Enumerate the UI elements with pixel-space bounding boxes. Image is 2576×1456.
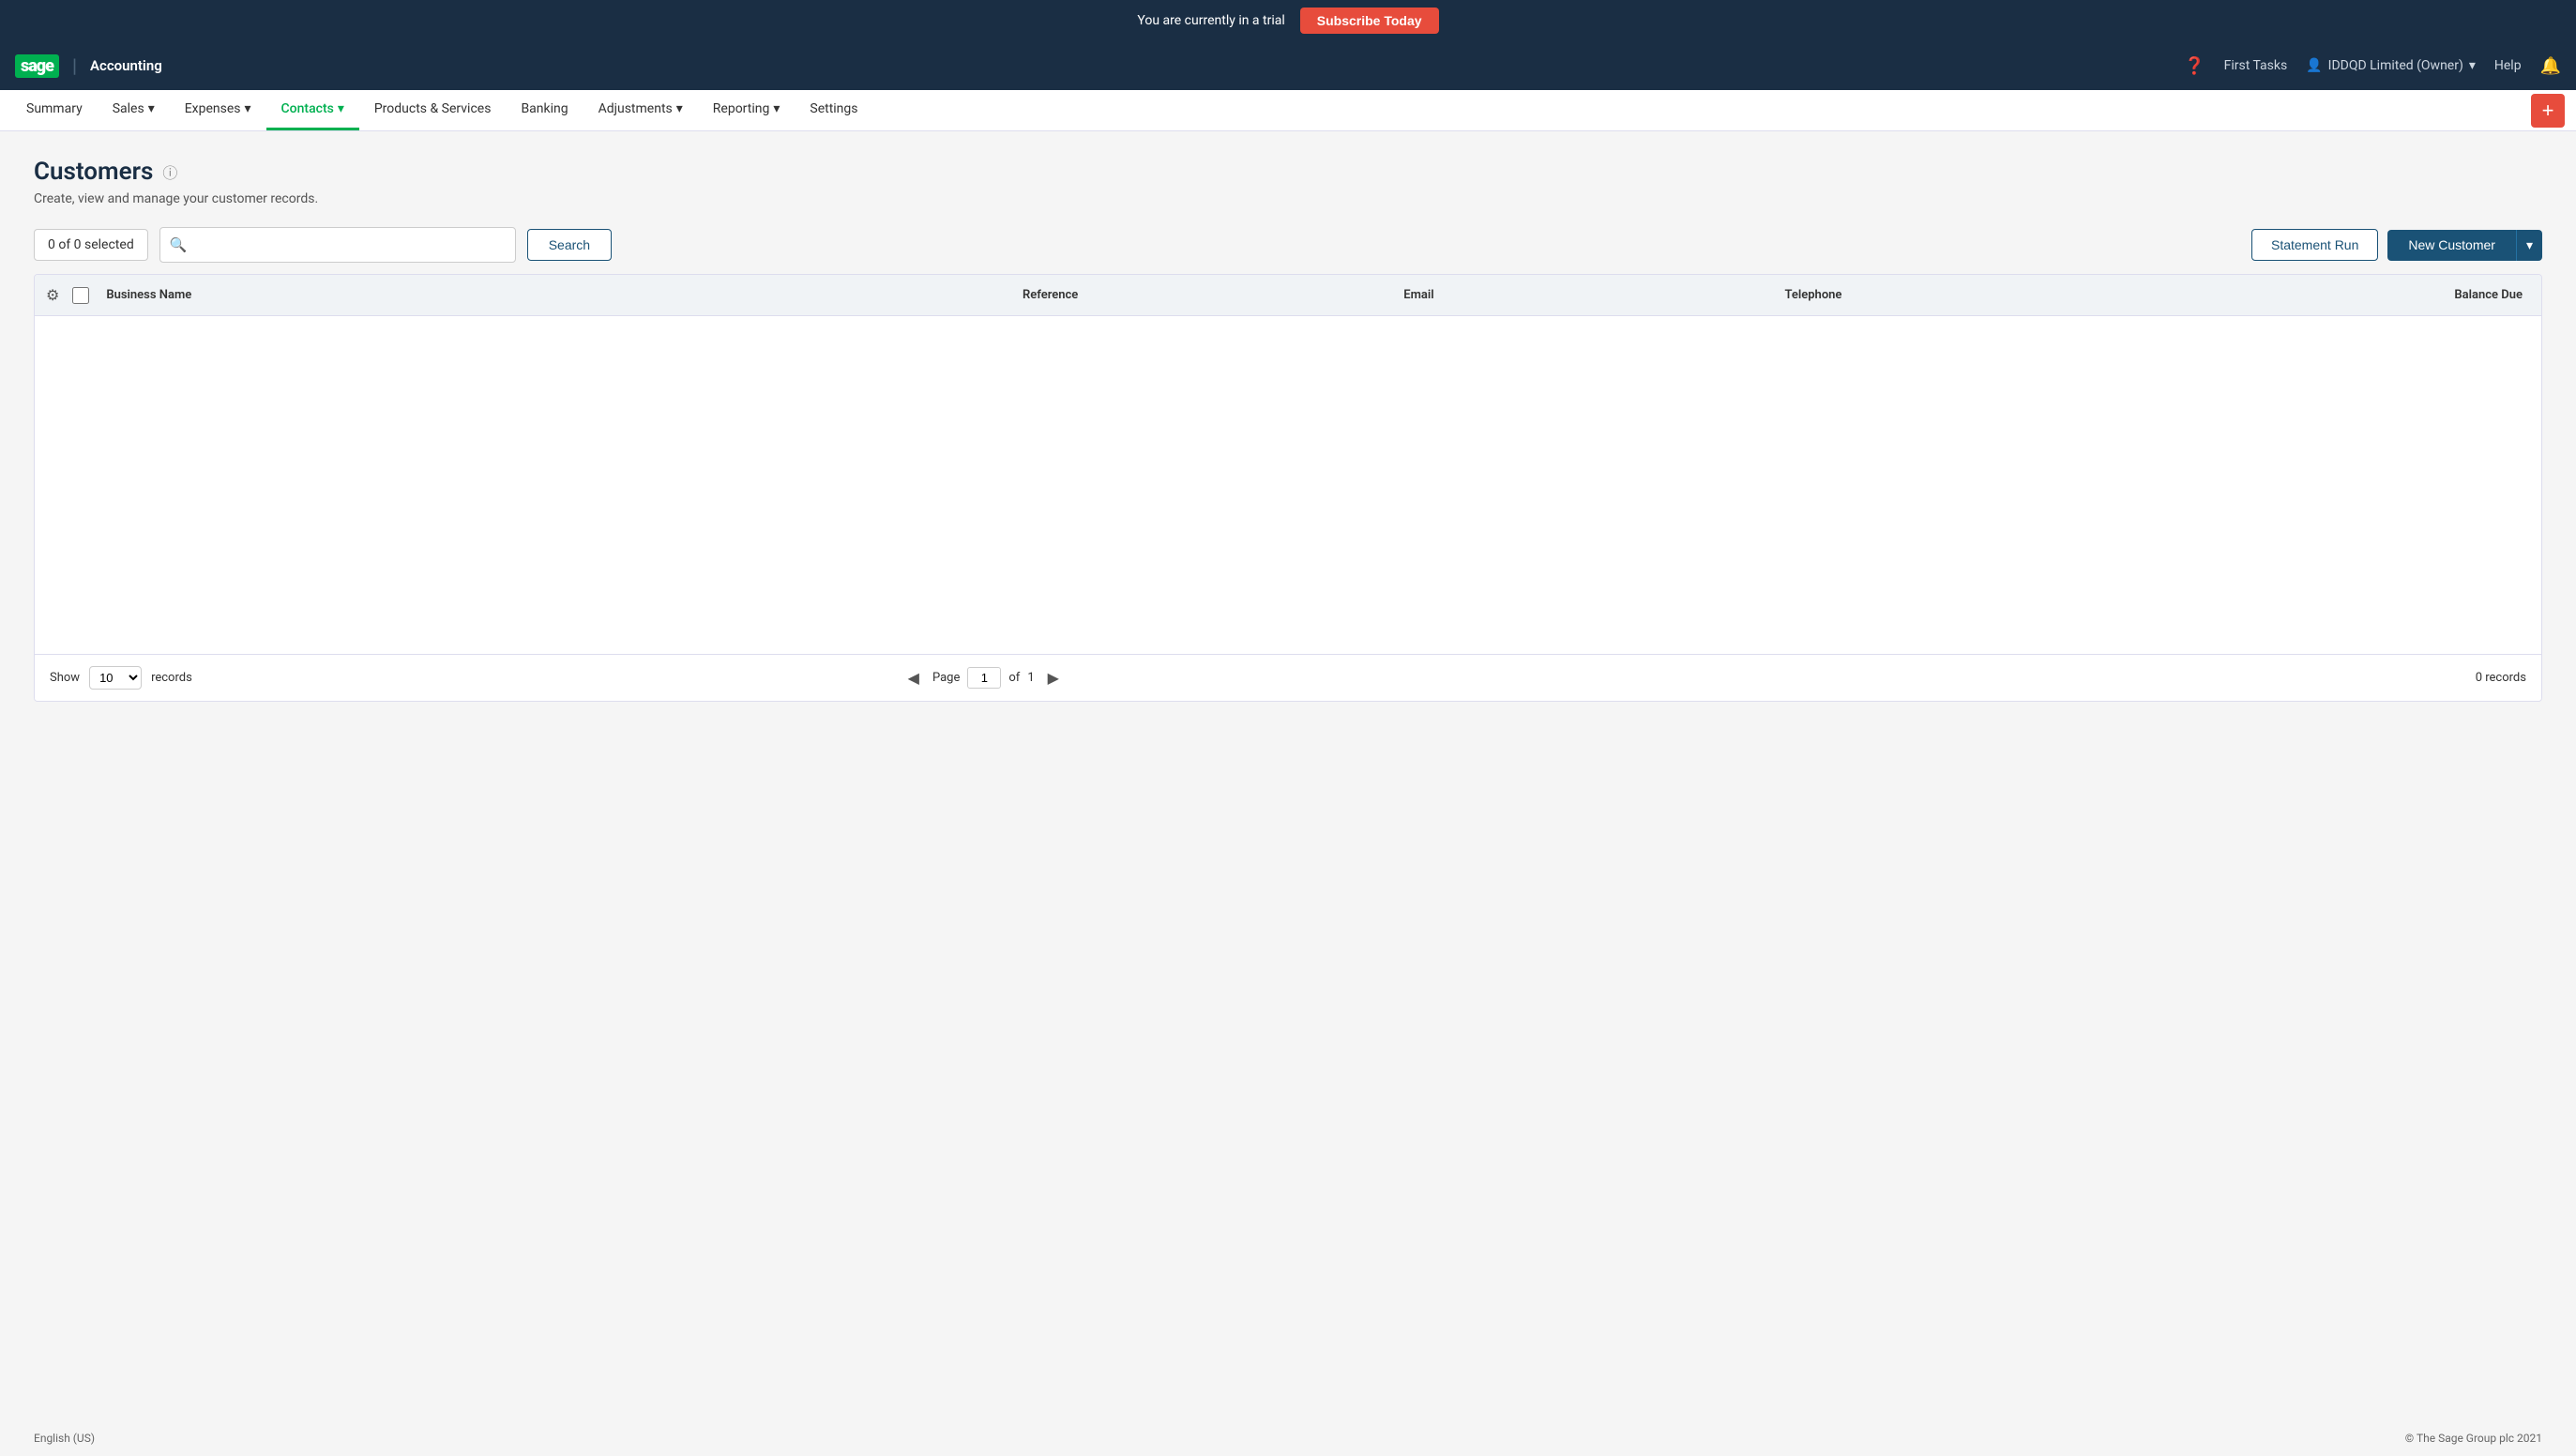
table-settings-icon[interactable]: ⚙ — [46, 286, 59, 304]
nav-label-sales: Sales — [113, 101, 144, 116]
search-icon: 🔍 — [170, 236, 188, 253]
select-all-checkbox[interactable] — [72, 287, 89, 304]
selected-badge: 0 of 0 selected — [34, 229, 148, 261]
nav-item-banking[interactable]: Banking — [506, 90, 583, 130]
language-label: English (US) — [34, 1432, 95, 1445]
sage-logo-mark: sage — [15, 54, 59, 78]
new-customer-button[interactable]: New Customer — [2387, 230, 2516, 261]
notification-icon[interactable]: 🔔 — [2540, 56, 2561, 76]
nav-label-banking: Banking — [521, 101, 568, 116]
table-header: ⚙ Business Name Reference Email Telephon… — [35, 275, 2541, 316]
nav-label-expenses: Expenses — [185, 101, 241, 116]
search-input[interactable] — [194, 237, 505, 252]
nav-label-reporting: Reporting — [713, 101, 770, 116]
page-help-icon[interactable]: ⓘ — [162, 160, 177, 183]
page-title: Customers — [34, 158, 153, 186]
total-records: 0 records — [2476, 671, 2526, 685]
total-pages: 1 — [1027, 671, 1034, 685]
nav-label-adjustments: Adjustments — [599, 101, 673, 116]
subscribe-button[interactable]: Subscribe Today — [1300, 8, 1439, 34]
nav-item-summary[interactable]: Summary — [11, 90, 98, 130]
nav-item-reporting[interactable]: Reporting ▾ — [698, 90, 796, 130]
nav-item-products[interactable]: Products & Services — [359, 90, 507, 130]
nav-label-contacts: Contacts — [281, 101, 334, 116]
copyright-label: © The Sage Group plc 2021 — [2405, 1432, 2542, 1445]
th-telephone: Telephone — [1777, 288, 2148, 302]
prev-page-button[interactable]: ◀ — [902, 667, 925, 690]
top-nav: sage | Accounting ❓ First Tasks 👤 IDDQD … — [0, 41, 2576, 90]
adjustments-dropdown-icon: ▾ — [676, 101, 683, 116]
search-wrap: 🔍 — [159, 227, 516, 263]
page-label: Page — [932, 671, 960, 685]
reporting-dropdown-icon: ▾ — [773, 101, 780, 116]
expenses-dropdown-icon: ▾ — [245, 101, 251, 116]
nav-label-summary: Summary — [26, 101, 83, 116]
th-email: Email — [1396, 288, 1767, 302]
statement-run-button[interactable]: Statement Run — [2251, 229, 2378, 261]
th-balance-due: Balance Due — [2159, 288, 2530, 302]
main-nav-add: + — [2531, 90, 2565, 130]
toolbar: 0 of 0 selected 🔍 Search Statement Run N… — [34, 227, 2542, 263]
nav-divider: | — [72, 54, 77, 77]
nav-label-settings: Settings — [810, 101, 857, 116]
help-icon[interactable]: ❓ — [2184, 56, 2205, 76]
user-label: IDDQD Limited (Owner) — [2328, 58, 2463, 73]
of-label: of — [1008, 671, 1020, 685]
toolbar-right: Statement Run New Customer ▾ — [2251, 229, 2542, 261]
user-menu[interactable]: 👤 IDDQD Limited (Owner) ▾ — [2306, 58, 2476, 73]
add-button[interactable]: + — [2531, 94, 2565, 128]
page-title-row: Customers ⓘ — [34, 158, 2542, 186]
first-tasks-label[interactable]: First Tasks — [2224, 58, 2288, 73]
top-nav-right: ❓ First Tasks 👤 IDDQD Limited (Owner) ▾ … — [2184, 56, 2561, 76]
page-number-input[interactable] — [967, 667, 1001, 689]
records-per-page-select[interactable]: 10 25 50 100 — [89, 666, 142, 690]
nav-item-sales[interactable]: Sales ▾ — [98, 90, 170, 130]
page-content: Customers ⓘ Create, view and manage your… — [0, 131, 2576, 1420]
nav-item-adjustments[interactable]: Adjustments ▾ — [583, 90, 698, 130]
new-customer-wrap: New Customer ▾ — [2387, 230, 2542, 261]
trial-message: You are currently in a trial — [1137, 13, 1284, 28]
nav-item-settings[interactable]: Settings — [795, 90, 872, 130]
app-name: Accounting — [90, 57, 162, 74]
sales-dropdown-icon: ▾ — [148, 101, 155, 116]
table-wrap: ⚙ Business Name Reference Email Telephon… — [34, 274, 2542, 702]
nav-label-products: Products & Services — [374, 101, 492, 116]
help-link[interactable]: Help — [2494, 58, 2522, 73]
table-footer: Show 10 25 50 100 records ◀ Page of 1 ▶ … — [35, 654, 2541, 701]
new-customer-dropdown-button[interactable]: ▾ — [2516, 230, 2542, 261]
th-business-name: Business Name — [98, 288, 1006, 302]
footer-bar: English (US) © The Sage Group plc 2021 — [0, 1420, 2576, 1456]
user-dropdown-icon: ▾ — [2469, 58, 2476, 73]
user-icon: 👤 — [2306, 58, 2322, 73]
next-page-button[interactable]: ▶ — [1042, 667, 1065, 690]
pagination: ◀ Page of 1 ▶ — [902, 667, 1065, 690]
sage-logo: sage | Accounting — [15, 54, 162, 78]
nav-item-contacts[interactable]: Contacts ▾ — [266, 90, 359, 130]
table-body — [35, 316, 2541, 654]
trial-banner: You are currently in a trial Subscribe T… — [0, 0, 2576, 41]
records-label: records — [151, 671, 192, 685]
page-subtitle: Create, view and manage your customer re… — [34, 191, 2542, 206]
contacts-dropdown-icon: ▾ — [338, 101, 344, 116]
main-nav: Summary Sales ▾ Expenses ▾ Contacts ▾ Pr… — [0, 90, 2576, 131]
nav-item-expenses[interactable]: Expenses ▾ — [170, 90, 266, 130]
th-reference: Reference — [1015, 288, 1386, 302]
search-button[interactable]: Search — [527, 229, 612, 261]
show-label: Show — [50, 671, 80, 685]
